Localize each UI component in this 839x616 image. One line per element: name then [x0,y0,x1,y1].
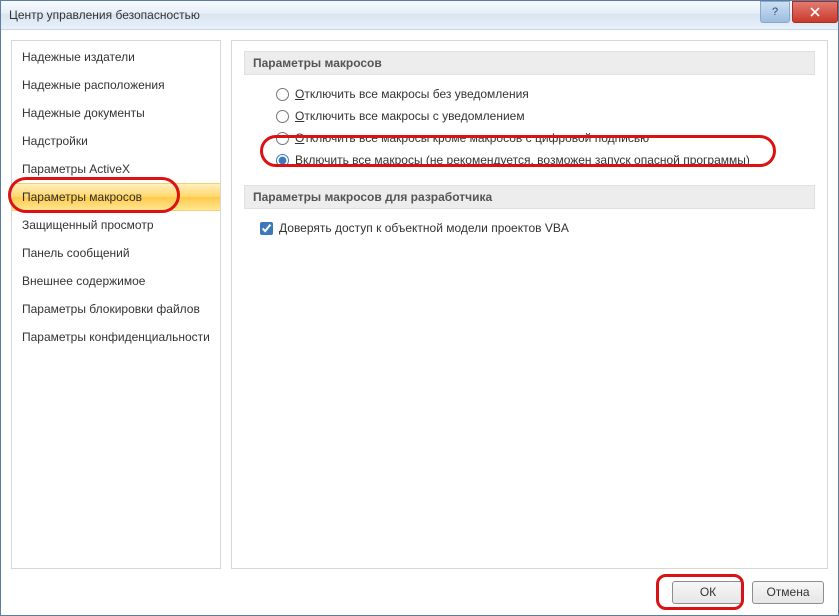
dialog-footer: ОК Отмена [1,569,838,615]
sidebar-item-privacy[interactable]: Параметры конфиденциальности [12,323,220,351]
cancel-button[interactable]: Отмена [752,581,824,604]
radio-disable-with-notify[interactable] [276,110,289,123]
section-header-macro-settings: Параметры макросов [244,51,815,75]
sidebar-item-label: Надежные расположения [22,78,165,92]
sidebar-item-label: Надежные издатели [22,50,135,64]
trust-vba-access-row[interactable]: Доверять доступ к объектной модели проек… [260,217,815,239]
radio-enable-all[interactable] [276,154,289,167]
main-panel: Параметры макросов Отключить все макросы… [231,40,828,569]
sidebar-item-label: Защищенный просмотр [22,218,154,232]
sidebar-item-label: Параметры блокировки файлов [22,302,200,316]
macro-option-disable-except-signed[interactable]: Отключить все макросы кроме макросов с ц… [276,127,815,149]
sidebar-item-trusted-publishers[interactable]: Надежные издатели [12,43,220,71]
checkbox-trust-vba[interactable] [260,222,273,235]
sidebar-item-label: Надстройки [22,134,88,148]
sidebar-item-trusted-locations[interactable]: Надежные расположения [12,71,220,99]
sidebar-item-protected-view[interactable]: Защищенный просмотр [12,211,220,239]
radio-disable-no-notify[interactable] [276,88,289,101]
dialog-body: Надежные издатели Надежные расположения … [1,30,838,569]
section-header-developer: Параметры макросов для разработчика [244,185,815,209]
close-icon [810,7,820,17]
sidebar-item-label: Внешнее содержимое [22,274,145,288]
titlebar: Центр управления безопасностью ? [1,1,838,30]
sidebar-item-file-block[interactable]: Параметры блокировки файлов [12,295,220,323]
close-button[interactable] [792,1,838,23]
sidebar-item-label: Параметры конфиденциальности [22,330,210,344]
ok-button[interactable]: ОК [672,581,744,604]
help-button[interactable]: ? [760,1,790,23]
macro-options-group: Отключить все макросы без уведомления От… [276,83,815,171]
dialog-window: Центр управления безопасностью ? Надежны… [0,0,839,616]
radio-label: Отключить все макросы с уведомлением [295,107,525,125]
radio-disable-except-signed[interactable] [276,132,289,145]
checkbox-label: Доверять доступ к объектной модели проек… [279,219,569,237]
radio-label: Отключить все макросы без уведомления [295,85,529,103]
sidebar-item-label: Параметры ActiveX [22,162,130,176]
macro-option-disable-no-notify[interactable]: Отключить все макросы без уведомления [276,83,815,105]
sidebar-item-addins[interactable]: Надстройки [12,127,220,155]
sidebar-item-activex[interactable]: Параметры ActiveX [12,155,220,183]
sidebar-item-label: Параметры макросов [22,190,142,204]
sidebar-item-external-content[interactable]: Внешнее содержимое [12,267,220,295]
radio-label: Включить все макросы (не рекомендуется, … [295,151,750,169]
macro-option-enable-all[interactable]: Включить все макросы (не рекомендуется, … [276,149,815,171]
window-title: Центр управления безопасностью [9,8,200,22]
window-controls: ? [760,1,838,29]
sidebar-item-trusted-documents[interactable]: Надежные документы [12,99,220,127]
sidebar-item-label: Панель сообщений [22,246,130,260]
sidebar-item-macro-settings[interactable]: Параметры макросов [12,183,220,211]
sidebar: Надежные издатели Надежные расположения … [11,40,221,569]
radio-label: Отключить все макросы кроме макросов с ц… [295,129,649,147]
sidebar-item-label: Надежные документы [22,106,145,120]
developer-options-group: Доверять доступ к объектной модели проек… [260,217,815,239]
sidebar-item-message-bar[interactable]: Панель сообщений [12,239,220,267]
macro-option-disable-with-notify[interactable]: Отключить все макросы с уведомлением [276,105,815,127]
